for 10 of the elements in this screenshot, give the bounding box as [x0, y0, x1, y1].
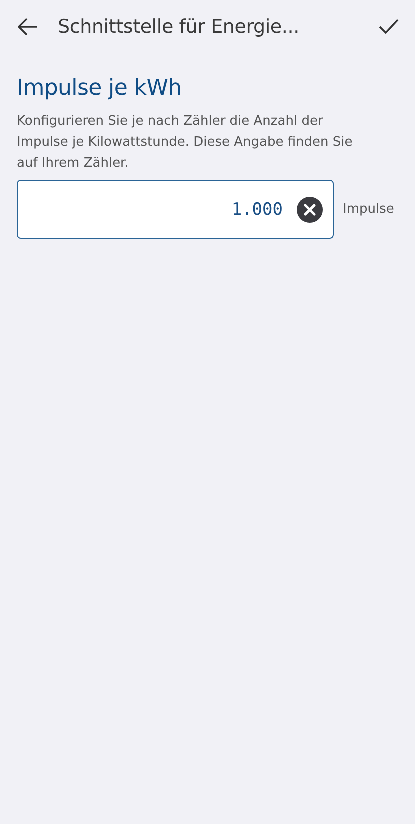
number-field[interactable]: 1.000 [17, 180, 334, 239]
section-description: Konfigurieren Sie je nach Zähler die Anzahl der Impulse je Kilowattstunde. Diese Angabe finden Sie auf Ihrem Zähler. [17, 113, 354, 173]
screen-title: Schnittstelle für Energie... [58, 16, 300, 38]
clear-button[interactable] [297, 196, 323, 222]
clear-icon [297, 196, 323, 222]
unit-label: Impulse [343, 202, 394, 217]
back-arrow-icon [18, 18, 38, 36]
input-field[interactable]: 1.000 [28, 198, 285, 220]
section-heading: Impulse je kWh [17, 76, 183, 101]
check-icon [379, 19, 399, 35]
